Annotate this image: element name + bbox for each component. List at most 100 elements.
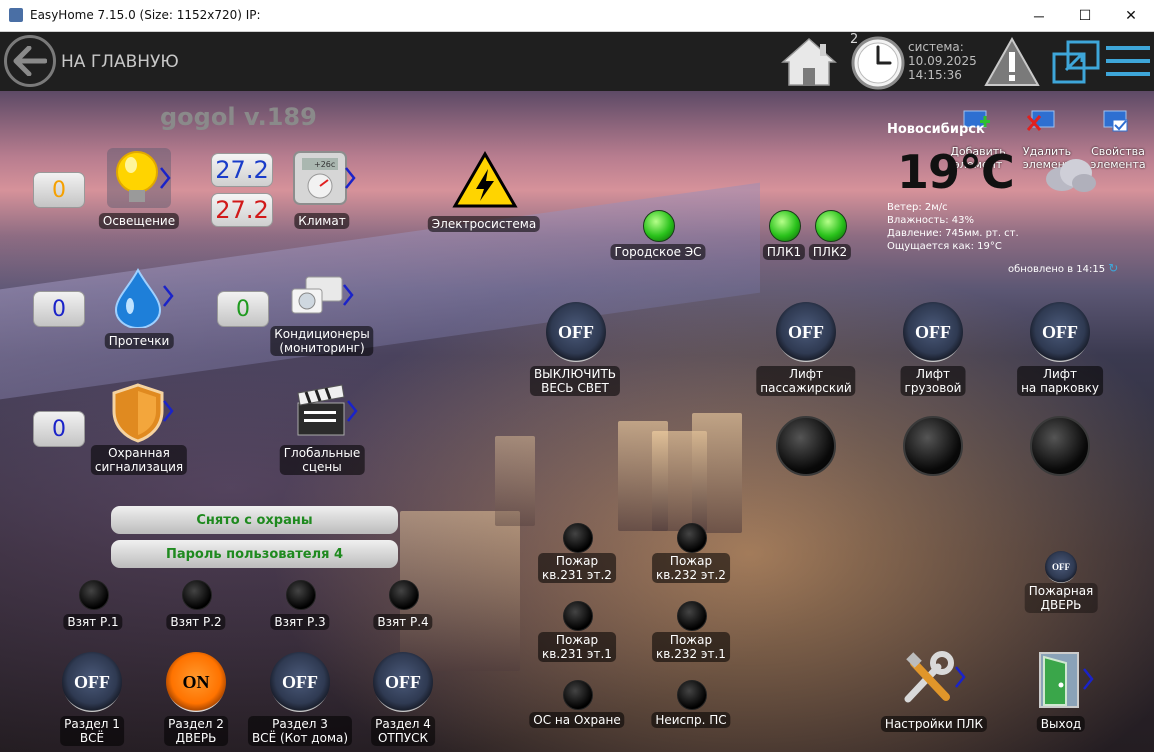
fire-system-armed-label: ОС на Охране bbox=[529, 712, 625, 728]
exit-door-icon[interactable] bbox=[1036, 651, 1098, 709]
zone3-armed-label: Взят Р.3 bbox=[270, 614, 330, 630]
plc2-label: ПЛК2 bbox=[808, 244, 852, 260]
zone4-armed-label: Взят Р.4 bbox=[373, 614, 433, 630]
cloud-icon bbox=[1046, 159, 1096, 192]
all-lights-label: ВЫКЛЮЧИТЬ ВЕСЬ СВЕТ bbox=[529, 366, 621, 396]
partition2-label: Раздел 2 ДВЕРЬ bbox=[164, 716, 228, 746]
plc1-indicator bbox=[769, 210, 801, 242]
background-tower bbox=[692, 413, 742, 533]
tools-icon[interactable] bbox=[900, 649, 970, 707]
security-status-bar: Снято с охраны bbox=[111, 506, 398, 534]
minimize-button[interactable]: ─ bbox=[1016, 0, 1062, 31]
lightbulb-icon[interactable] bbox=[107, 148, 171, 208]
dashboard-scene: gogol v.189 Добавить элемент Удалить элеме… bbox=[0, 91, 1154, 752]
lighting-counter: 0 bbox=[33, 172, 85, 208]
city-grid-indicator bbox=[643, 210, 675, 242]
partition4-switch[interactable]: OFF bbox=[373, 652, 433, 712]
air-conditioner-icon[interactable] bbox=[290, 271, 356, 321]
security-counter: 0 bbox=[33, 411, 85, 447]
delete-element-icon[interactable] bbox=[1027, 110, 1055, 132]
lift-freight-switch[interactable]: OFF bbox=[903, 302, 963, 362]
fire-231-floor2-label: Пожар кв.231 эт.2 bbox=[538, 553, 616, 583]
lift-freight-label: Лифт грузовой bbox=[900, 366, 966, 396]
fire-232-floor1-label: Пожар кв.232 эт.1 bbox=[652, 632, 730, 662]
fire-door-label: Пожарная ДВЕРЬ bbox=[1024, 583, 1098, 613]
climate-label[interactable]: Климат bbox=[294, 213, 350, 229]
fire-232-floor2-label: Пожар кв.232 эт.2 bbox=[652, 553, 730, 583]
home-link[interactable]: НА ГЛАВНУЮ bbox=[61, 52, 179, 72]
zone1-armed-indicator bbox=[79, 580, 109, 610]
close-button[interactable]: ✕ bbox=[1108, 0, 1154, 31]
lift-passenger-switch[interactable]: OFF bbox=[776, 302, 836, 362]
thermostat-readout: +26c bbox=[314, 160, 336, 169]
zone4-armed-indicator bbox=[389, 580, 419, 610]
lift-passenger-indicator bbox=[776, 416, 836, 476]
zone1-armed-label: Взят Р.1 bbox=[63, 614, 123, 630]
partition4-label: Раздел 4 ОТПУСК bbox=[371, 716, 435, 746]
high-voltage-icon[interactable] bbox=[452, 151, 518, 209]
background-building bbox=[495, 436, 535, 526]
window-title: EasyHome 7.15.0 (Size: 1152x720) IP: bbox=[30, 8, 261, 22]
version-title: gogol v.189 bbox=[160, 103, 317, 131]
lift-parking-indicator bbox=[1030, 416, 1090, 476]
weather-details: Ветер: 2м/с Влажность: 43% Давление: 745… bbox=[887, 201, 1019, 253]
shield-icon[interactable] bbox=[108, 381, 174, 443]
all-lights-switch[interactable]: OFF bbox=[546, 302, 606, 362]
weather-city: Новосибирск bbox=[887, 122, 985, 137]
window-mode-icon[interactable] bbox=[1052, 40, 1102, 84]
exit-label[interactable]: Выход bbox=[1036, 716, 1086, 732]
partition2-switch[interactable]: ON bbox=[166, 652, 226, 712]
element-properties-icon[interactable] bbox=[1103, 110, 1131, 132]
element-properties-label[interactable]: Свойства элемента bbox=[1090, 145, 1145, 171]
plc-settings-label[interactable]: Настройки ПЛК bbox=[880, 716, 988, 732]
security-user-bar: Пароль пользователя 4 bbox=[111, 540, 398, 568]
weather-humidity: Влажность: 43% bbox=[887, 215, 975, 226]
back-button[interactable] bbox=[4, 35, 56, 87]
weather-updated-text: обновлено в 14:15 bbox=[1008, 264, 1106, 275]
zone2-armed-indicator bbox=[182, 580, 212, 610]
fire-system-fault-label: Неиспр. ПС bbox=[651, 712, 731, 728]
fire-232-floor1-indicator bbox=[677, 601, 707, 631]
lighting-label[interactable]: Освещение bbox=[98, 213, 180, 229]
home-icon[interactable] bbox=[780, 36, 838, 88]
water-drop-icon[interactable] bbox=[110, 266, 174, 328]
maximize-button[interactable]: ☐ bbox=[1062, 0, 1108, 31]
system-date: 10.09.2025 bbox=[908, 54, 977, 68]
city-grid-label: Городское ЭС bbox=[610, 244, 706, 260]
system-label: система: bbox=[908, 40, 964, 54]
electrical-label[interactable]: Электросистема bbox=[427, 216, 541, 232]
partition1-switch[interactable]: OFF bbox=[62, 652, 122, 712]
refresh-icon[interactable]: ↻ bbox=[1108, 261, 1118, 275]
security-label[interactable]: Охранная сигнализация bbox=[90, 445, 188, 475]
leaks-label[interactable]: Протечки bbox=[104, 333, 174, 349]
system-datetime: система: 10.09.2025 14:15:36 bbox=[908, 40, 977, 82]
weather-wind: Ветер: 2м/с bbox=[887, 202, 948, 213]
app-icon bbox=[9, 8, 23, 22]
lift-parking-switch[interactable]: OFF bbox=[1030, 302, 1090, 362]
weather-temperature: 19°C bbox=[897, 145, 1015, 199]
thermostat-icon[interactable] bbox=[292, 150, 356, 206]
menu-icon[interactable] bbox=[1106, 44, 1150, 78]
lift-parking-label: Лифт на парковку bbox=[1017, 366, 1103, 396]
warning-icon[interactable] bbox=[983, 36, 1041, 88]
weather-pressure: Давление: 745мм. рт. ст. bbox=[887, 228, 1019, 239]
leaks-counter: 0 bbox=[33, 291, 85, 327]
partition3-label: Раздел 3 ВСЁ (Кот дома) bbox=[247, 716, 353, 746]
ac-counter: 0 bbox=[217, 291, 269, 327]
arrow-left-icon bbox=[13, 46, 47, 76]
climate-temp-bottom: 27.2 bbox=[211, 193, 273, 227]
clapperboard-icon[interactable] bbox=[294, 383, 358, 441]
climate-temp-top: 27.2 bbox=[211, 153, 273, 187]
partition3-switch[interactable]: OFF bbox=[270, 652, 330, 712]
weather-updated: обновлено в 14:15 ↻ bbox=[1008, 261, 1118, 275]
plc1-label: ПЛК1 bbox=[762, 244, 806, 260]
system-time: 14:15:36 bbox=[908, 68, 962, 82]
clock-badge: 2 bbox=[850, 32, 859, 47]
fire-system-armed-indicator bbox=[563, 680, 593, 710]
fire-231-floor1-label: Пожар кв.231 эт.1 bbox=[538, 632, 616, 662]
scenes-label[interactable]: Глобальные сцены bbox=[279, 445, 365, 475]
fire-door-switch[interactable]: OFF bbox=[1045, 551, 1077, 583]
ac-label[interactable]: Кондиционеры (мониторинг) bbox=[270, 326, 374, 356]
zone3-armed-indicator bbox=[286, 580, 316, 610]
lift-freight-indicator bbox=[903, 416, 963, 476]
